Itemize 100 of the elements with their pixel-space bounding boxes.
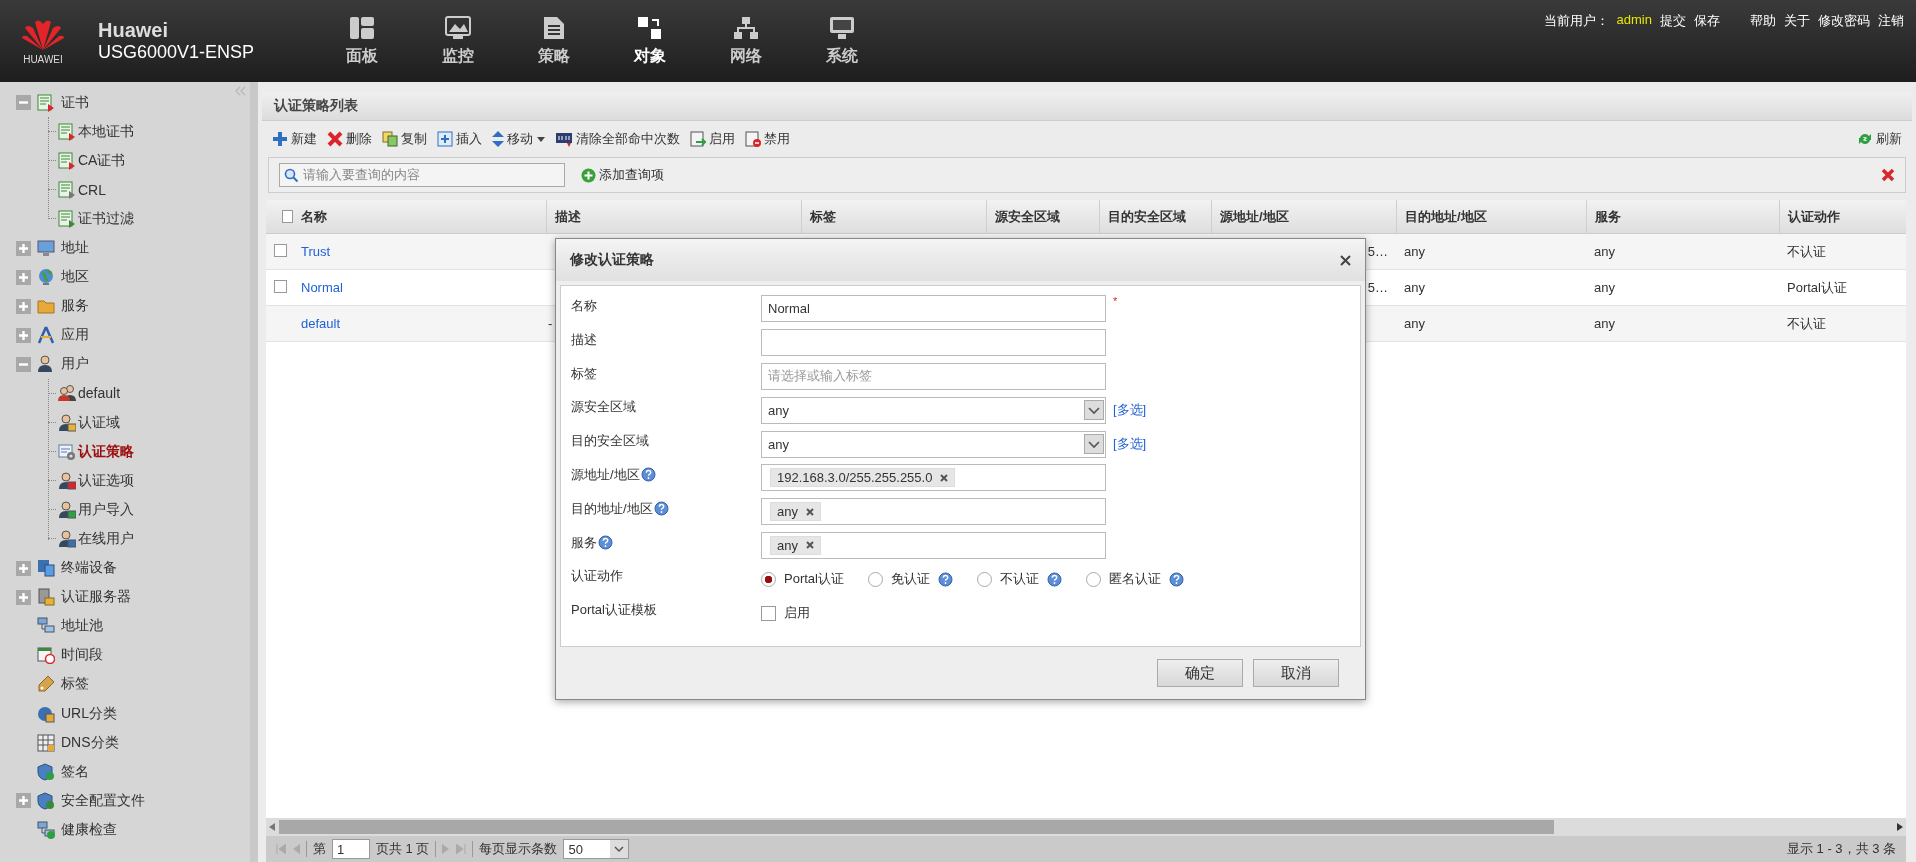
tag-field[interactable]: any [761, 498, 1106, 526]
first-page-icon[interactable] [276, 844, 286, 854]
select-field[interactable]: any [761, 430, 1106, 458]
column-header[interactable]: 描述 [546, 200, 801, 233]
tree-item[interactable]: 地区 [61, 268, 89, 287]
collapse-icon[interactable] [16, 356, 31, 372]
column-header[interactable]: 认证动作 [1779, 200, 1906, 233]
dropdown-icon[interactable] [1084, 400, 1104, 421]
tag-field[interactable]: 192.168.3.0/255.255.255.0 [761, 464, 1106, 492]
last-page-icon[interactable] [456, 844, 467, 854]
tree-item[interactable]: URL分类 [61, 704, 117, 723]
toolbar-button[interactable]: 启用 [690, 130, 735, 148]
policy-name-link[interactable]: Trust [293, 244, 546, 259]
tree-item[interactable]: 健康检查 [61, 820, 117, 839]
expand-icon[interactable] [16, 589, 31, 605]
help-icon[interactable] [598, 535, 613, 551]
checkbox[interactable] [761, 605, 776, 621]
tree-item[interactable]: CA证书 [78, 151, 126, 170]
expand-icon[interactable] [16, 240, 31, 256]
collapse-icon[interactable] [16, 95, 31, 111]
tree-item[interactable]: CRL [78, 181, 106, 198]
row-checkbox[interactable] [274, 279, 287, 293]
dialog-button[interactable]: 取消 [1253, 659, 1339, 687]
header-link[interactable]: 帮助 [1750, 12, 1776, 30]
column-header[interactable]: 名称 [293, 200, 546, 233]
expand-icon[interactable] [16, 327, 31, 343]
select-field[interactable]: any [761, 396, 1106, 424]
page-input[interactable]: 1 [332, 839, 370, 859]
header-link[interactable]: 关于 [1784, 12, 1810, 30]
column-header[interactable]: 目的地址/地区 [1396, 200, 1586, 233]
toolbar-button[interactable]: 删除 [327, 130, 372, 148]
toolbar-button[interactable]: 移动 [492, 130, 545, 148]
text-field[interactable]: Normal [761, 295, 1106, 323]
scroll-right-icon[interactable] [1897, 823, 1903, 831]
tree-item[interactable]: 认证选项 [78, 471, 134, 490]
radio-button[interactable] [761, 571, 776, 587]
help-icon[interactable] [1168, 571, 1184, 587]
next-page-icon[interactable] [442, 844, 451, 854]
nav-tab[interactable]: 网络 [698, 0, 794, 82]
column-header[interactable]: 源地址/地区 [1211, 200, 1396, 233]
text-field[interactable] [761, 329, 1106, 357]
radio-button[interactable] [976, 571, 992, 587]
header-link[interactable]: 注销 [1878, 12, 1904, 30]
expand-icon[interactable] [16, 269, 31, 285]
tree-item[interactable]: 用户导入 [78, 500, 134, 519]
remove-icon[interactable] [940, 473, 949, 482]
tree-item[interactable]: default [78, 385, 121, 402]
nav-tab[interactable]: 策略 [506, 0, 602, 82]
tag-field[interactable]: any [761, 531, 1106, 559]
remove-icon[interactable] [805, 507, 814, 516]
add-query-button[interactable]: 添加查询项 [581, 166, 664, 184]
multi-select-link[interactable]: [多选] [1113, 401, 1147, 420]
tree-item[interactable]: 服务 [61, 297, 89, 316]
tree-item[interactable]: 证书 [61, 93, 89, 112]
column-header[interactable]: 标签 [801, 200, 986, 233]
radio-button[interactable] [867, 571, 883, 587]
policy-name-link[interactable]: default [293, 316, 546, 331]
toolbar-button[interactable]: 禁用 [745, 130, 790, 148]
tree-item[interactable]: 地址池 [61, 617, 103, 636]
toolbar-button[interactable]: 清除全部命中次数 [555, 130, 680, 148]
tree-item[interactable]: 地址 [61, 239, 89, 257]
tree-item[interactable]: 在线用户 [78, 529, 134, 548]
tree-item[interactable]: 终端设备 [61, 559, 117, 578]
tree-item[interactable]: 用户 [61, 355, 89, 374]
remove-icon[interactable] [805, 541, 814, 550]
tree-item[interactable]: 认证服务器 [61, 588, 131, 607]
dropdown-icon[interactable] [1084, 434, 1104, 455]
tree-item[interactable]: 标签 [61, 675, 89, 694]
nav-tab[interactable]: 监控 [410, 0, 506, 82]
close-icon[interactable] [1340, 254, 1351, 266]
expand-icon[interactable] [16, 298, 31, 314]
tree-item[interactable]: 安全配置文件 [61, 791, 145, 810]
tree-item[interactable]: 应用 [61, 326, 89, 345]
expand-icon[interactable] [16, 560, 31, 576]
tree-item[interactable]: 认证域 [78, 413, 120, 432]
nav-tab[interactable]: 面板 [314, 0, 410, 82]
previous-page-icon[interactable] [292, 844, 300, 854]
select-all-checkbox[interactable] [282, 210, 293, 223]
expand-icon[interactable] [16, 793, 31, 809]
toolbar-button[interactable]: 新建 [272, 130, 317, 148]
header-link[interactable]: 保存 [1694, 12, 1720, 30]
scrollbar-thumb[interactable] [279, 820, 1554, 834]
refresh-button[interactable]: 刷新 [1857, 130, 1902, 148]
row-checkbox[interactable] [274, 243, 287, 257]
policy-name-link[interactable]: Normal [293, 280, 546, 295]
radio-button[interactable] [1085, 571, 1101, 587]
help-icon[interactable] [653, 501, 669, 517]
nav-tab[interactable]: 对象 [602, 0, 698, 82]
tree-item[interactable]: 证书过滤 [78, 209, 134, 228]
dialog-button[interactable]: 确定 [1157, 659, 1243, 687]
toolbar-button[interactable]: 复制 [382, 130, 427, 148]
clear-icon[interactable] [1881, 168, 1895, 182]
column-header[interactable]: 目的安全区域 [1099, 200, 1211, 233]
scroll-left-icon[interactable] [269, 823, 275, 831]
column-header[interactable]: 源安全区域 [986, 200, 1099, 233]
tree-item[interactable]: DNS分类 [61, 733, 119, 752]
help-icon[interactable] [1046, 571, 1062, 587]
help-icon[interactable] [640, 467, 656, 483]
tree-item[interactable]: 认证策略 [78, 442, 134, 461]
header-link[interactable]: 修改密码 [1818, 12, 1870, 30]
